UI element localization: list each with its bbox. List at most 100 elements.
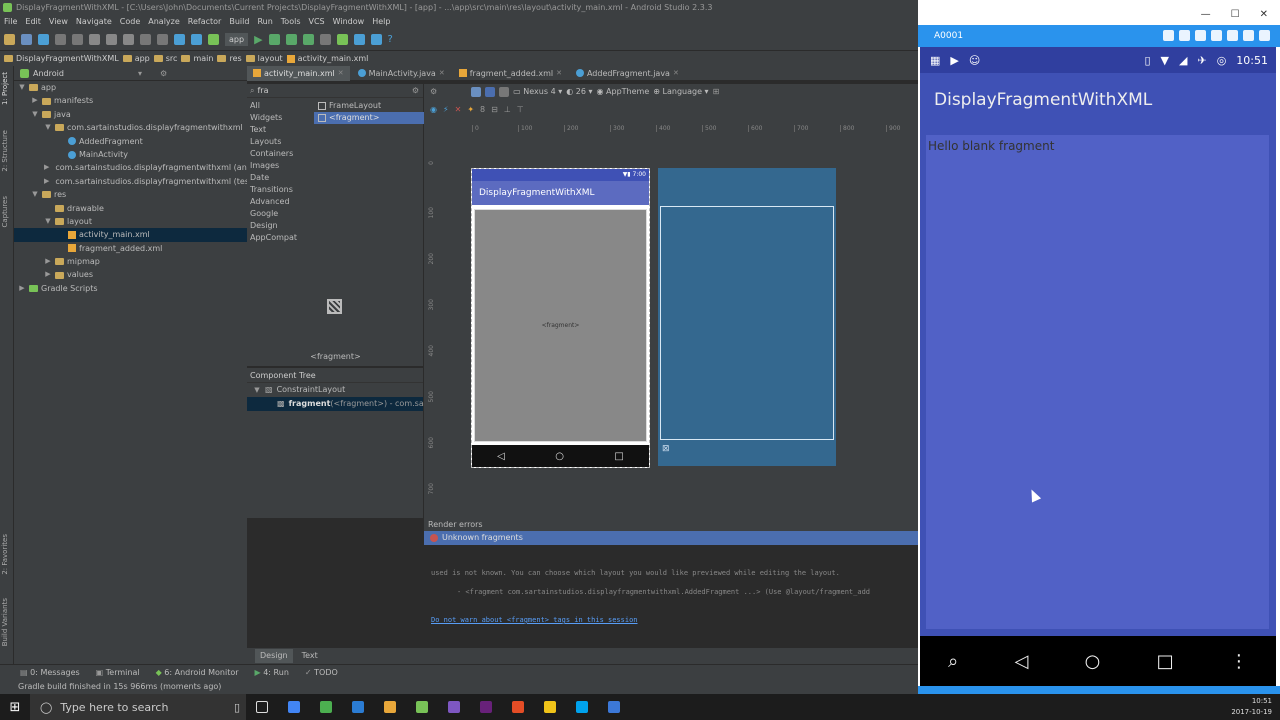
breadcrumb-app[interactable]: app bbox=[122, 54, 150, 63]
guidelines-icon[interactable]: ⊤ bbox=[517, 105, 524, 114]
palette-gear-icon[interactable]: ⚙ bbox=[430, 87, 437, 96]
tool-run[interactable]: ▶ 4: Run bbox=[255, 668, 289, 677]
close-icon[interactable]: ✕ bbox=[439, 66, 445, 81]
menu-navigate[interactable]: Navigate bbox=[76, 15, 112, 29]
project-view-selector[interactable]: Android ▾ ⚙ bbox=[14, 66, 247, 81]
project-tree-item[interactable]: ▶ mipmap bbox=[14, 255, 247, 268]
tool-todo[interactable]: ✓ TODO bbox=[305, 668, 338, 677]
chevron-down-icon[interactable]: ▼ bbox=[44, 121, 52, 134]
tool-tab-structure[interactable]: 2: Structure bbox=[1, 130, 9, 172]
project-tree-item[interactable]: AddedFragment bbox=[14, 135, 247, 148]
save-icon[interactable] bbox=[21, 34, 32, 45]
device-select[interactable]: ▭ Nexus 4 ▾ bbox=[513, 87, 562, 96]
menu-refactor[interactable]: Refactor bbox=[188, 15, 222, 29]
chevron-right-icon[interactable]: ▶ bbox=[44, 161, 49, 174]
breadcrumb-layout[interactable]: layout bbox=[245, 54, 283, 63]
avd-manager-icon[interactable] bbox=[353, 34, 365, 45]
sdk-manager-icon[interactable] bbox=[370, 34, 382, 45]
search-icon[interactable]: ⌕ bbox=[948, 651, 958, 672]
undo-icon[interactable] bbox=[55, 34, 66, 45]
show-constraints-icon[interactable]: ◉ bbox=[430, 105, 437, 114]
palette-category[interactable]: Google bbox=[247, 208, 313, 220]
more-icon[interactable] bbox=[1259, 30, 1270, 41]
microphone-icon[interactable]: ▯ bbox=[234, 701, 240, 714]
taskbar-app[interactable] bbox=[342, 694, 374, 720]
blueprint-fragment[interactable] bbox=[660, 206, 834, 440]
find-icon[interactable] bbox=[140, 34, 151, 45]
project-tree-item[interactable]: ▼ app bbox=[14, 81, 247, 94]
editor-tab[interactable]: MainActivity.java ✕ bbox=[352, 66, 451, 81]
open-icon[interactable] bbox=[4, 34, 15, 45]
help-icon[interactable]: ? bbox=[388, 34, 393, 45]
palette-category[interactable]: Date bbox=[247, 172, 313, 184]
palette-category[interactable]: Transitions bbox=[247, 184, 313, 196]
menu-window[interactable]: Window bbox=[333, 15, 365, 29]
volume-down-icon[interactable] bbox=[1211, 30, 1222, 41]
project-tree-item[interactable]: activity_main.xml bbox=[14, 228, 247, 242]
taskbar-app[interactable] bbox=[502, 694, 534, 720]
tool-messages[interactable]: ▤ 0: Messages bbox=[20, 668, 80, 677]
taskbar-app[interactable] bbox=[374, 694, 406, 720]
palette-search-input[interactable]: fra bbox=[257, 86, 268, 95]
design-view-icon[interactable] bbox=[471, 86, 482, 97]
chevron-down-icon[interactable]: ▾ bbox=[138, 69, 142, 78]
breadcrumb-res[interactable]: res bbox=[217, 54, 242, 63]
align-icon[interactable]: ⊥ bbox=[504, 105, 511, 114]
tool-terminal[interactable]: ▣ Terminal bbox=[96, 668, 140, 677]
attach-debugger-icon[interactable] bbox=[302, 34, 314, 45]
chevron-down-icon[interactable]: ▼ bbox=[44, 215, 52, 228]
close-icon[interactable]: ✕ bbox=[673, 66, 679, 81]
tree-node-constraintlayout[interactable]: ▼ ▧ ConstraintLayout bbox=[247, 383, 423, 397]
screenshot-icon[interactable] bbox=[1195, 30, 1206, 41]
dont-warn-link[interactable]: Do not warn about <fragment> tags in thi… bbox=[431, 616, 918, 624]
blueprint-preview[interactable]: ⊠ bbox=[658, 168, 836, 466]
profile-icon[interactable] bbox=[285, 34, 297, 45]
redo-icon[interactable] bbox=[72, 34, 83, 45]
project-tree-item[interactable]: ▶ values bbox=[14, 268, 247, 281]
taskbar-app[interactable] bbox=[406, 694, 438, 720]
taskbar-app[interactable] bbox=[598, 694, 630, 720]
menu-tools[interactable]: Tools bbox=[281, 15, 301, 29]
sync-icon[interactable] bbox=[38, 34, 49, 45]
start-button[interactable]: ⊞ bbox=[0, 694, 30, 720]
close-icon[interactable]: ✕ bbox=[338, 66, 344, 81]
autoconnect-icon[interactable]: ⚡ bbox=[443, 105, 449, 114]
stop-icon[interactable] bbox=[319, 34, 331, 45]
palette-item[interactable]: FrameLayout bbox=[314, 100, 424, 112]
project-tree-item[interactable]: ▶ com.sartainstudios.displayfragmentwithx… bbox=[14, 161, 255, 174]
breadcrumb-src[interactable]: src bbox=[153, 54, 177, 63]
project-tree-item[interactable]: ▼ layout bbox=[14, 215, 247, 228]
overflow-menu-icon[interactable]: ⋮ bbox=[1230, 651, 1248, 672]
chevron-right-icon[interactable]: ▶ bbox=[44, 255, 52, 268]
chevron-right-icon[interactable]: ▶ bbox=[44, 175, 49, 188]
chevron-down-icon[interactable]: ▼ bbox=[18, 81, 26, 94]
tool-android-monitor[interactable]: ◆ 6: Android Monitor bbox=[156, 668, 239, 677]
menu-edit[interactable]: Edit bbox=[25, 15, 41, 29]
palette-search[interactable]: ⌕ fra ⚙ bbox=[247, 84, 423, 98]
back-icon[interactable] bbox=[174, 34, 185, 45]
breadcrumb-main[interactable]: main bbox=[181, 54, 213, 63]
breadcrumb-project[interactable]: DisplayFragmentWithXML bbox=[4, 54, 119, 63]
project-tree-item[interactable]: ▼ java bbox=[14, 108, 247, 121]
layout-canvas[interactable]: 0 100 200 300 400 500 600 700 800 900 0 100 200 300 4… bbox=[424, 119, 918, 519]
forward-icon[interactable] bbox=[191, 34, 202, 45]
palette-category[interactable]: Advanced bbox=[247, 196, 313, 208]
taskbar-app[interactable] bbox=[438, 694, 470, 720]
project-tree-item[interactable]: ▼ res bbox=[14, 188, 247, 201]
preview-fragment[interactable]: <fragment> bbox=[474, 209, 647, 442]
project-tree-item[interactable]: MainActivity bbox=[14, 148, 247, 161]
menu-vcs[interactable]: VCS bbox=[309, 15, 325, 29]
layout-variants-icon[interactable]: ⊞ bbox=[713, 87, 720, 96]
design-preview[interactable]: ▼▮ 7:00 DisplayFragmentWithXML <fragment… bbox=[471, 168, 650, 468]
taskbar-app[interactable] bbox=[534, 694, 566, 720]
cut-icon[interactable] bbox=[89, 34, 100, 45]
project-tree-item[interactable]: drawable bbox=[14, 202, 247, 215]
android-fragment[interactable]: Hello blank fragment bbox=[926, 135, 1269, 629]
project-tree-item[interactable]: fragment_added.xml bbox=[14, 242, 247, 255]
paste-icon[interactable] bbox=[123, 34, 134, 45]
tab-design[interactable]: Design bbox=[255, 649, 293, 663]
back-icon[interactable]: ◁ bbox=[1014, 651, 1028, 672]
palette-category[interactable]: AppCompat bbox=[247, 232, 313, 244]
menu-code[interactable]: Code bbox=[120, 15, 140, 29]
taskbar-app[interactable] bbox=[566, 694, 598, 720]
